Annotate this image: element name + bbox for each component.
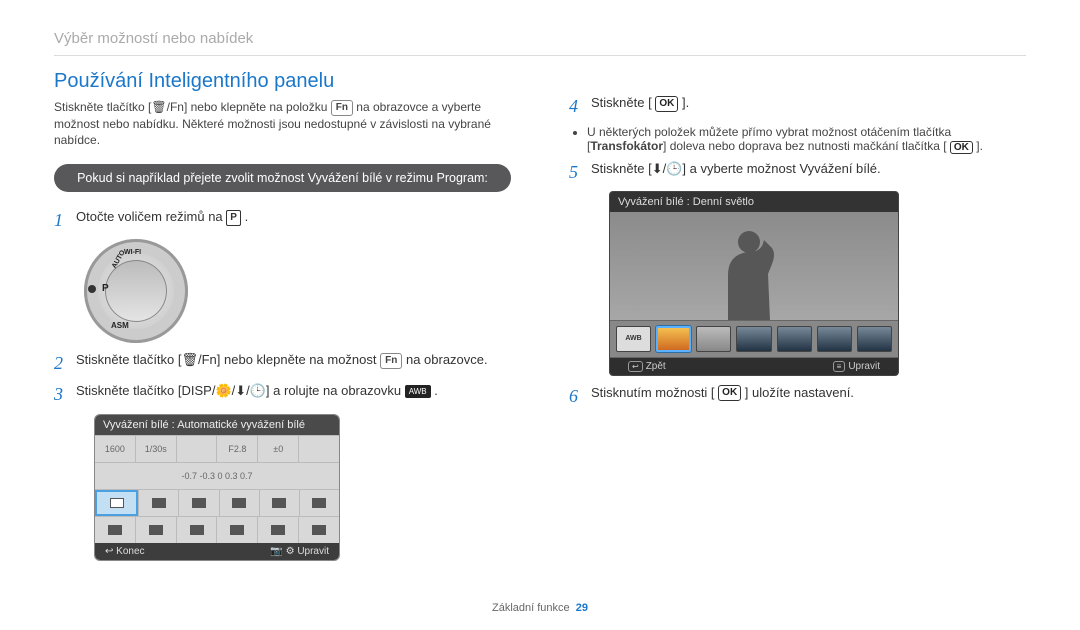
step-text-b: ] uložíte nastavení. xyxy=(745,385,854,400)
footer-label: Základní funkce xyxy=(492,602,570,614)
note-item: U některých položek můžete přímo vybrat … xyxy=(587,125,1026,153)
intro-a: Stiskněte tlačítko [🗑/Fn] nebo klepněte … xyxy=(54,100,331,114)
step-text: Stiskněte tlačítko [DISP/🌼/⬇/🕒] a rolujt… xyxy=(76,383,405,398)
step-text-b: ]. xyxy=(682,95,689,110)
cell xyxy=(257,517,298,543)
fn-badge: Fn xyxy=(331,100,353,116)
left-column: Používání Inteligentního panelu Stisknět… xyxy=(54,70,511,565)
thumb-awb: AWB xyxy=(616,326,651,352)
awb-badge: AWB xyxy=(405,385,431,398)
step-5: 5 Stiskněte [⬇/🕒] a vyberte možnost Vyvá… xyxy=(569,160,1026,185)
ev-scale: -0.7 -0.3 0 0.3 0.7 xyxy=(95,463,339,489)
step-text: Stiskněte [⬇/🕒] a vyberte možnost Vyváže… xyxy=(591,161,881,176)
thumb-option xyxy=(857,326,892,352)
panel-foot-left: ↩ ↩ Zpět Zpět xyxy=(628,361,666,372)
page-footer: Základní funkce 29 xyxy=(0,602,1080,614)
ok-icon: OK xyxy=(950,141,973,154)
p-mode-icon: P xyxy=(226,210,241,226)
step-text: Stiskněte tlačítko [🗑/Fn] nebo klepněte … xyxy=(76,352,380,367)
step-num: 1 xyxy=(54,208,68,233)
step-text: Stisknutím možnosti [ xyxy=(591,385,715,400)
cell xyxy=(259,490,299,516)
step-num: 3 xyxy=(54,382,68,407)
camera-panel-head: Vyvážení bílé : Denní světlo xyxy=(610,192,898,212)
cell: F2.8 xyxy=(216,436,257,462)
dial-center xyxy=(105,260,167,322)
step-num: 2 xyxy=(54,351,68,376)
thumb-daylight-selected xyxy=(656,326,691,352)
thumb-option xyxy=(736,326,771,352)
ok-icon: OK xyxy=(655,96,678,112)
step-num: 4 xyxy=(569,94,583,119)
cell: 1/30s xyxy=(135,436,176,462)
camera-panel-wb: Vyvážení bílé : Denní světlo AWB xyxy=(609,191,899,376)
note-d: ]. xyxy=(976,139,983,153)
rule xyxy=(54,55,1026,56)
step-text: Otočte voličem režimů na xyxy=(76,209,226,224)
panel-foot-right: 📷 ⚙ Upravit xyxy=(270,546,329,557)
camera-scene xyxy=(610,212,898,320)
page-header: Výběr možností nebo nabídek xyxy=(54,30,1026,47)
camera-panel-settings: Vyvážení bílé : Automatické vyvážení bíl… xyxy=(94,414,340,561)
note-bold: Transfokátor xyxy=(590,139,663,153)
cell: ±0 xyxy=(257,436,298,462)
cell xyxy=(95,517,135,543)
step-text-b: na obrazovce. xyxy=(406,352,488,367)
panel-foot-left: ↩ Konec xyxy=(105,546,145,557)
step-3: 3 Stiskněte tlačítko [DISP/🌼/⬇/🕒] a rolu… xyxy=(54,382,511,407)
example-pill: Pokud si například přejete zvolit možnos… xyxy=(54,164,511,192)
step-num: 5 xyxy=(569,160,583,185)
thumb-option xyxy=(817,326,852,352)
thumb-option xyxy=(777,326,812,352)
step-6: 6 Stisknutím možnosti [ OK ] uložíte nas… xyxy=(569,384,1026,409)
foot-left-text: Zpět xyxy=(646,361,666,372)
cell xyxy=(298,517,339,543)
cell-active-awb xyxy=(95,490,138,516)
mode-dial: WI-FI AUTO P ASM xyxy=(84,239,188,343)
menu-key-icon: ≡ xyxy=(833,361,846,372)
back-key-icon: ↩ xyxy=(628,361,643,372)
note-c: doleva nebo doprava bez nutnosti mačkání… xyxy=(670,139,947,153)
cell xyxy=(178,490,218,516)
thumb-cloudy xyxy=(696,326,731,352)
foot-right-text: Upravit xyxy=(848,361,880,372)
ok-icon: OK xyxy=(718,385,741,401)
section-title: Používání Inteligentního panelu xyxy=(54,70,511,93)
note-block: U některých položek můžete přímo vybrat … xyxy=(569,125,1026,153)
right-column: 4 Stiskněte [ OK ]. U některých položek … xyxy=(569,70,1026,565)
dial-label-asm: ASM xyxy=(111,321,129,330)
camera-panel-head: Vyvážení bílé : Automatické vyvážení bíl… xyxy=(95,415,339,435)
step-4: 4 Stiskněte [ OK ]. xyxy=(569,94,1026,119)
cell xyxy=(176,517,217,543)
cell: 1600 xyxy=(95,436,135,462)
note-a: U některých položek můžete přímo vybrat … xyxy=(587,125,951,139)
dial-indicator-dot xyxy=(88,285,96,293)
cell xyxy=(138,490,178,516)
step-num: 6 xyxy=(569,384,583,409)
page-number: 29 xyxy=(576,602,588,614)
step-2: 2 Stiskněte tlačítko [🗑/Fn] nebo klepnět… xyxy=(54,351,511,376)
cell xyxy=(219,490,259,516)
cell xyxy=(176,436,217,462)
silhouette-icon xyxy=(720,230,778,320)
step-1: 1 Otočte voličem režimů na P . xyxy=(54,208,511,233)
cell xyxy=(299,490,339,516)
panel-foot-right: ≡ Upravit xyxy=(833,361,880,372)
step-text-b: . xyxy=(434,383,438,398)
step-text-b: . xyxy=(245,209,249,224)
step-text: Stiskněte [ xyxy=(591,95,652,110)
cell xyxy=(298,436,339,462)
dial-label-p: P xyxy=(102,283,109,294)
fn-badge: Fn xyxy=(380,353,402,369)
awb-label: AWB xyxy=(625,335,641,342)
cell xyxy=(216,517,257,543)
wb-thumbs: AWB xyxy=(610,320,898,358)
cell xyxy=(135,517,176,543)
intro-text: Stiskněte tlačítko [🗑/Fn] nebo klepněte … xyxy=(54,99,511,148)
